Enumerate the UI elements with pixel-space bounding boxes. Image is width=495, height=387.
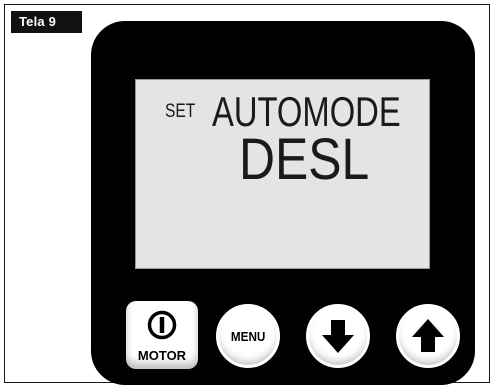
lcd-display: SET AUTOMODE DESL	[135, 79, 430, 269]
motor-button[interactable]: MOTOR	[126, 301, 198, 369]
figure-frame: Tela 9 SET AUTOMODE DESL MOTOR MENU	[4, 4, 490, 385]
arrow-up-icon	[412, 319, 444, 352]
control-panel: SET AUTOMODE DESL MOTOR MENU	[91, 21, 475, 385]
menu-button[interactable]: MENU	[214, 302, 282, 370]
menu-button-label: MENU	[230, 328, 266, 344]
arrow-down-icon	[322, 320, 354, 353]
motor-button-label: MOTOR	[137, 348, 187, 363]
set-label: SET	[165, 101, 196, 122]
power-icon	[147, 310, 177, 340]
down-button[interactable]	[304, 302, 372, 370]
mode-value: DESL	[239, 127, 370, 192]
up-button[interactable]	[394, 302, 462, 370]
figure-tag: Tela 9	[11, 11, 82, 33]
